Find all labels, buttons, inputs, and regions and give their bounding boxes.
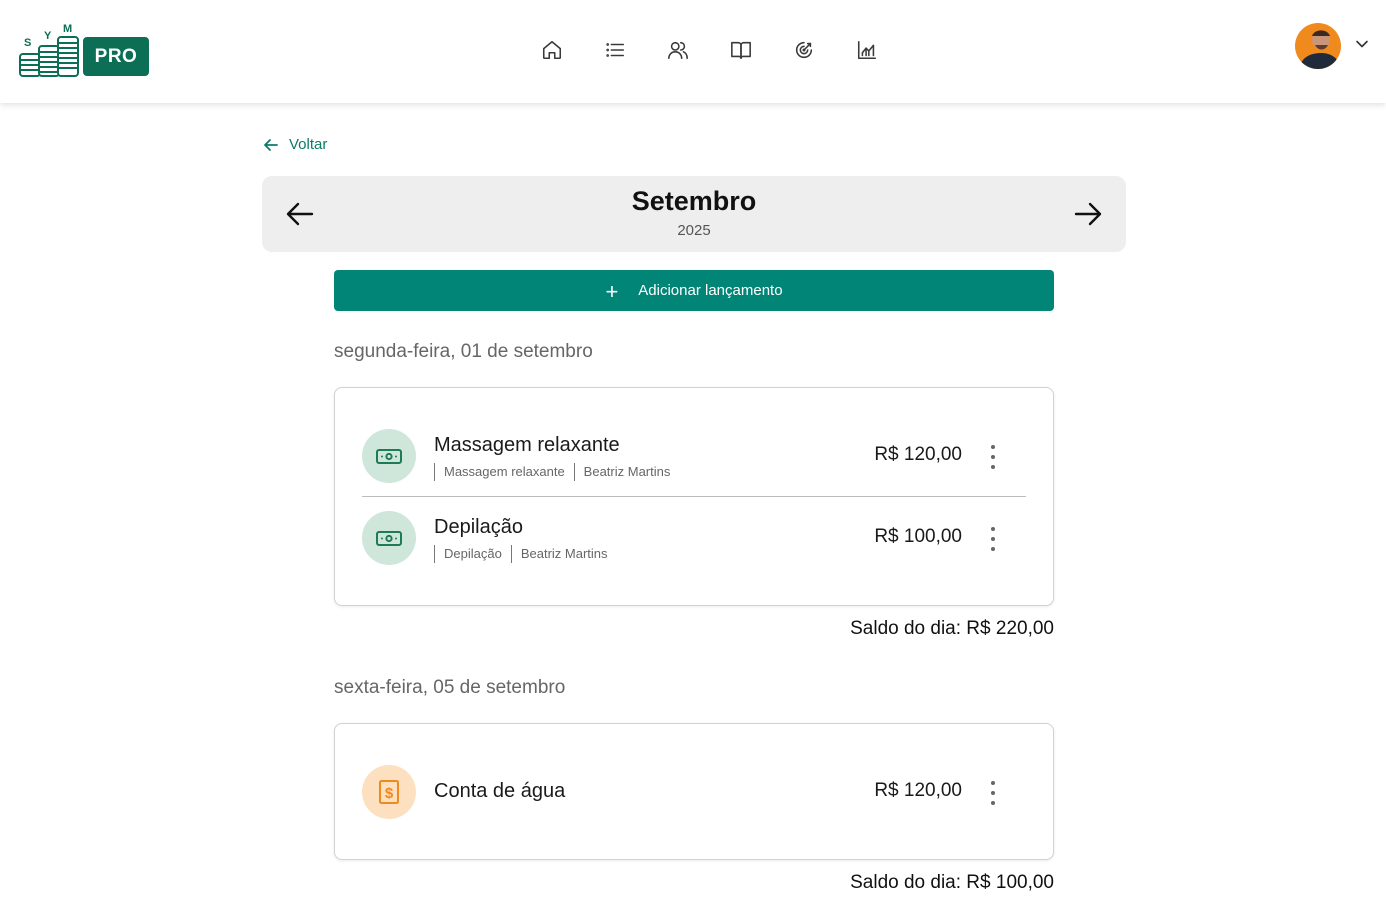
entry-tags: Depilação Beatriz Martins — [434, 545, 617, 563]
chart-icon — [857, 40, 877, 60]
entry-amount: R$ 120,00 — [874, 780, 962, 801]
entry-amount: R$ 120,00 — [874, 444, 962, 465]
user-avatar-image — [1295, 23, 1341, 69]
day-heading: segunda-feira, 01 de setembro — [334, 341, 593, 362]
more-options-button[interactable] — [986, 781, 1000, 805]
add-entry-label: Adicionar lançamento — [638, 282, 783, 299]
account-menu-toggle[interactable] — [1354, 36, 1370, 52]
more-options-button[interactable] — [986, 445, 1000, 469]
month-title: Setembro — [631, 186, 757, 216]
day-balance: Saldo do dia: R$ 220,00 — [850, 618, 1054, 639]
top-header: S Y M PRO — [0, 0, 1386, 103]
entry-category: Massagem relaxante — [434, 463, 574, 481]
entry-category: Depilação — [434, 545, 511, 563]
list-icon — [606, 43, 625, 57]
entry-icon-circle — [362, 429, 416, 483]
add-entry-button[interactable]: + Adicionar lançamento — [334, 270, 1054, 311]
dollar-bill-icon: $ — [379, 780, 399, 804]
target-icon — [795, 41, 813, 59]
entry-icon-circle — [362, 511, 416, 565]
nav-home[interactable] — [536, 34, 568, 66]
coins-logo-icon: S Y M — [19, 23, 79, 77]
day-heading: sexta-feira, 05 de setembro — [334, 677, 566, 698]
entry-person: Beatriz Martins — [573, 463, 680, 481]
entry-person: Beatriz Martins — [510, 545, 617, 563]
month-year: 2025 — [677, 222, 711, 239]
month-navigator: Setembro 2025 — [262, 176, 1126, 252]
logo-letter-y: Y — [44, 30, 52, 42]
chevron-down-icon — [1356, 40, 1368, 48]
entry-title: Conta de água — [434, 780, 566, 802]
avatar[interactable] — [1295, 23, 1341, 69]
list-item[interactable]: Depilação Depilação Beatriz Martins R$ 1… — [362, 497, 1026, 579]
nav-list[interactable] — [599, 34, 631, 66]
logo-letter-m: M — [63, 23, 72, 35]
entry-icon-circle: $ — [362, 765, 416, 819]
plus-icon: + — [605, 278, 619, 304]
book-icon — [731, 41, 751, 60]
users-icon — [668, 41, 688, 60]
main-nav — [536, 34, 914, 66]
nav-goals[interactable] — [788, 34, 820, 66]
list-item[interactable]: $ Conta de água R$ 120,00 — [362, 751, 1026, 833]
entry-title: Massagem relaxante — [434, 434, 620, 456]
nav-users[interactable] — [662, 34, 694, 66]
svg-text:$: $ — [385, 785, 394, 802]
app-logo[interactable]: S Y M PRO — [18, 22, 150, 78]
logo-pro-badge: PRO — [83, 37, 149, 76]
more-options-button[interactable] — [986, 527, 1000, 551]
back-label: Voltar — [289, 136, 328, 153]
next-month-button[interactable] — [1072, 198, 1104, 230]
nav-reports[interactable] — [851, 34, 883, 66]
entry-amount: R$ 100,00 — [874, 526, 962, 547]
nav-book[interactable] — [725, 34, 757, 66]
day-balance: Saldo do dia: R$ 100,00 — [850, 872, 1054, 893]
back-link[interactable]: Voltar — [263, 136, 327, 153]
arrow-left-icon — [264, 138, 278, 151]
home-icon — [542, 40, 562, 60]
entry-title: Depilação — [434, 516, 523, 538]
cash-icon — [376, 531, 402, 546]
entry-tags: Massagem relaxante Beatriz Martins — [434, 463, 679, 481]
day-entries-card: $ Conta de água R$ 120,00 — [334, 723, 1054, 860]
list-item[interactable]: Massagem relaxante Massagem relaxante Be… — [362, 415, 1026, 497]
cash-icon — [376, 449, 402, 464]
day-entries-card: Massagem relaxante Massagem relaxante Be… — [334, 387, 1054, 606]
arrow-right-icon — [1074, 202, 1102, 226]
logo-letter-s: S — [24, 37, 31, 49]
